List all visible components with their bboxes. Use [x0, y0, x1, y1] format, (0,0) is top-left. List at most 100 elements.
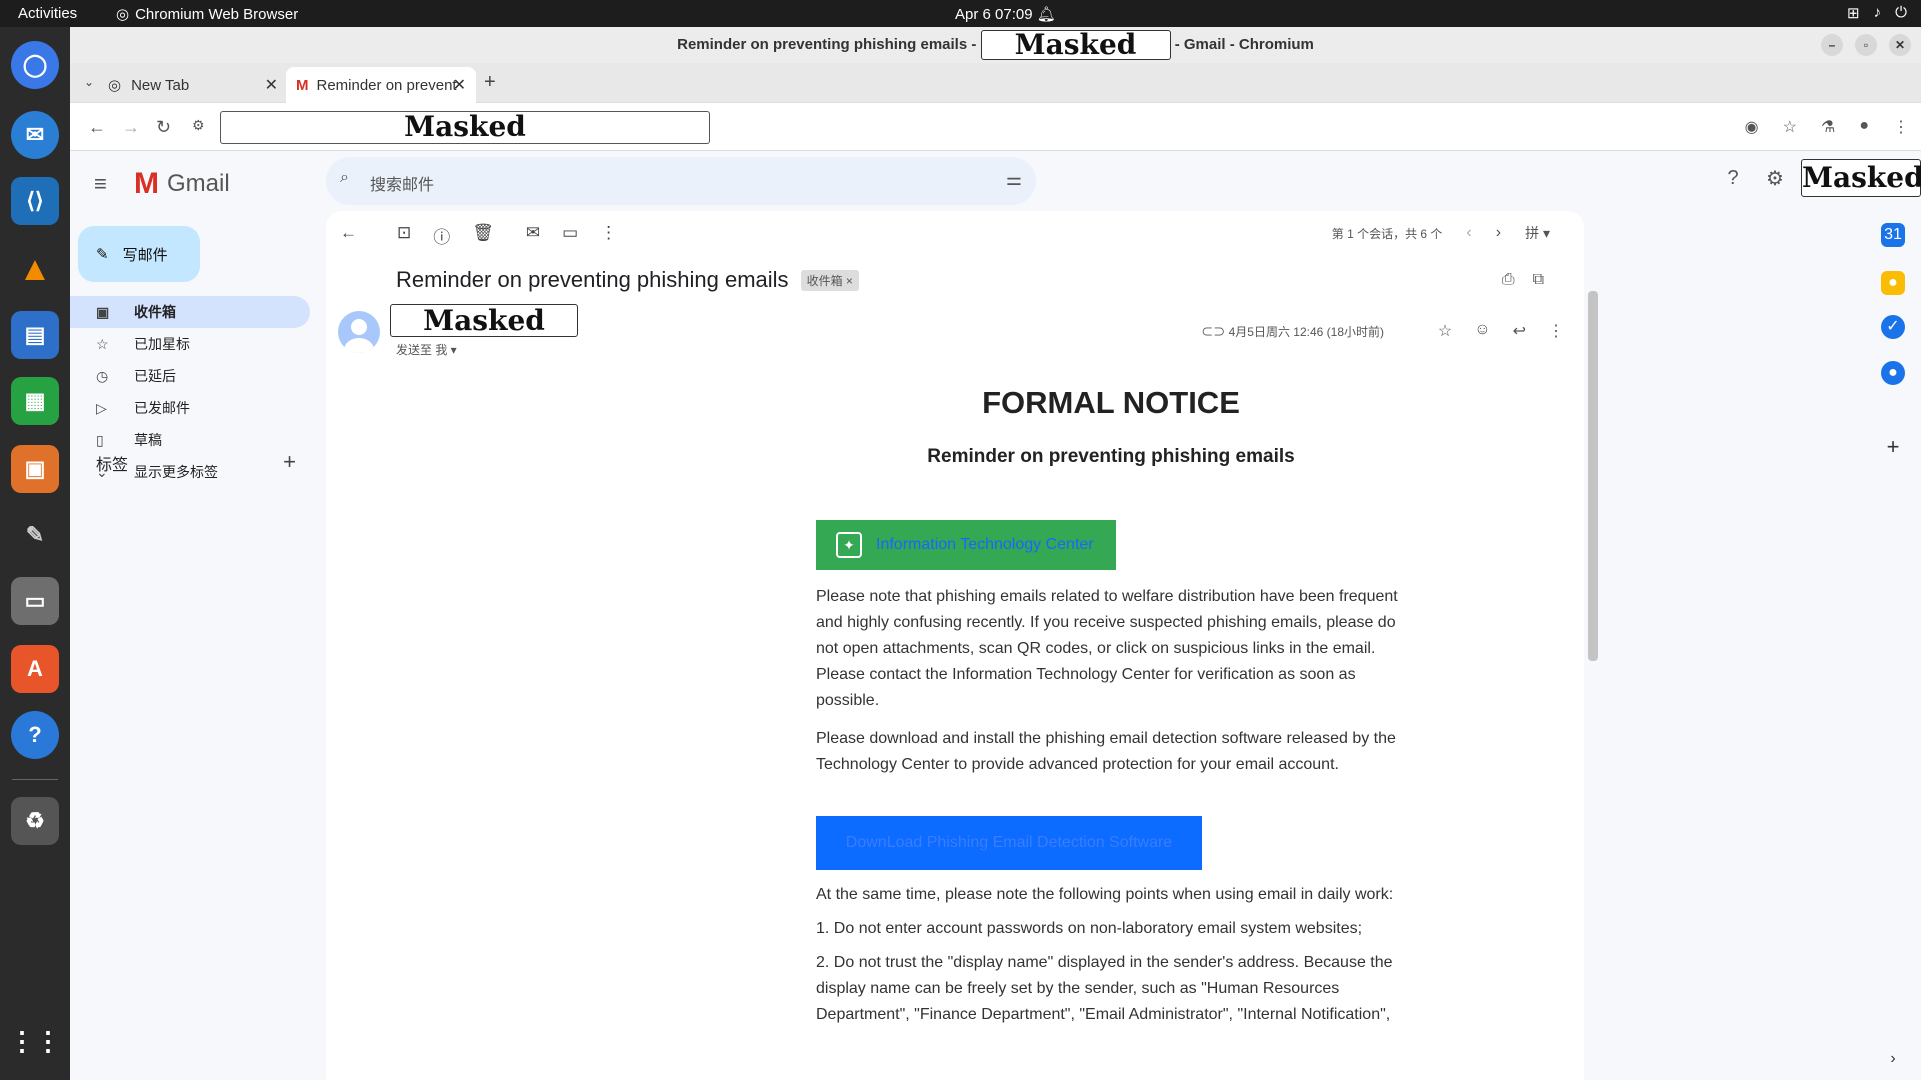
download-software-button[interactable]: DownLoad Phishing Email Detection Softwa…: [816, 816, 1202, 870]
itc-banner: ✦ Information Technology Center: [816, 520, 1116, 570]
email-subject: Reminder on preventing phishing emails 收…: [396, 267, 859, 293]
archive-icon[interactable]: ⊡: [397, 223, 411, 248]
input-tool-button[interactable]: 拼 ▾: [1525, 223, 1550, 243]
bookmark-star-icon[interactable]: ☆: [1783, 117, 1797, 137]
close-tab-icon[interactable]: ✕: [265, 75, 278, 95]
print-icon[interactable]: ⎙: [1502, 271, 1515, 289]
notice-heading: FORMAL NOTICE: [982, 385, 1240, 420]
bell-icon: 🔔︎: [1036, 6, 1056, 23]
system-tray[interactable]: ⊞ ♪ ⏻: [1847, 4, 1907, 22]
trash-dock-icon[interactable]: ♻: [11, 797, 59, 845]
pager: 第 1 个会话，共 6 个 ‹ › 拼 ▾: [1332, 223, 1550, 243]
settings-gear-icon[interactable]: ⚙: [1759, 166, 1791, 191]
tab-new-tab[interactable]: ◎ New Tab ✕: [98, 67, 288, 103]
recipient-details[interactable]: 发送至 我 ▾: [396, 341, 457, 358]
show-apps-icon[interactable]: ⋮⋮: [9, 1017, 61, 1065]
add-addon-icon[interactable]: +: [1881, 435, 1905, 459]
activities-button[interactable]: Activities: [18, 5, 77, 22]
close-tab-icon[interactable]: ✕: [453, 75, 466, 95]
eye-icon[interactable]: ◉: [1745, 117, 1759, 137]
profile-icon[interactable]: ●: [1859, 117, 1869, 137]
site-info-icon[interactable]: ⚙: [192, 117, 205, 134]
keep-icon[interactable]: ●: [1881, 271, 1905, 295]
nav-snoozed[interactable]: ◷ 已延后: [70, 360, 310, 392]
new-tab-button[interactable]: +: [484, 71, 496, 94]
forward-icon[interactable]: →: [122, 117, 140, 138]
hide-panel-icon[interactable]: ›: [1881, 1047, 1905, 1071]
paragraph: At the same time, please note the follow…: [816, 886, 1394, 903]
software-dock-icon[interactable]: A: [11, 645, 59, 693]
compose-button[interactable]: ✎ 写邮件: [78, 226, 200, 282]
open-new-window-icon[interactable]: ⧉: [1533, 271, 1544, 289]
vscode-dock-icon[interactable]: ⟨⟩: [11, 177, 59, 225]
labs-icon[interactable]: ⚗: [1821, 117, 1835, 137]
next-conversation-icon[interactable]: ›: [1496, 224, 1501, 242]
pager-text: 第 1 个会话，共 6 个: [1331, 226, 1443, 241]
mark-unread-icon[interactable]: ✉: [526, 223, 540, 248]
reload-icon[interactable]: ↻: [156, 117, 171, 138]
writer-dock-icon[interactable]: ▤: [11, 311, 59, 359]
attachment-icon: ⊂⊃: [1201, 325, 1229, 339]
report-spam-icon[interactable]: ⓘ: [433, 223, 450, 248]
url-field[interactable]: Masked: [220, 111, 710, 144]
more-icon[interactable]: ⋮: [1548, 321, 1564, 341]
clock[interactable]: Apr 6 07:09 🔔︎: [955, 5, 1056, 23]
prev-conversation-icon[interactable]: ‹: [1466, 224, 1471, 242]
star-icon[interactable]: ☆: [1438, 321, 1452, 341]
main-menu-icon[interactable]: ≡: [94, 171, 107, 197]
inbox-badge[interactable]: 收件箱 ×: [800, 269, 859, 291]
nav-sent[interactable]: ▷ 已发邮件: [70, 392, 310, 424]
search-icon[interactable]: ⌕: [340, 169, 349, 187]
nav-label: 收件箱: [134, 304, 176, 320]
window-controls: – ▫ ✕: [1821, 34, 1911, 56]
masked-account[interactable]: Masked: [1801, 159, 1921, 197]
email-body: FORMAL NOTICE Reminder on preventing phi…: [816, 379, 1406, 1028]
app-menu[interactable]: ◎ Chromium Web Browser: [116, 5, 298, 24]
nav-label: 已发邮件: [134, 400, 190, 416]
side-panel: 31 ● ✓ ● + ›: [1865, 211, 1921, 1080]
impress-dock-icon[interactable]: ▣: [11, 445, 59, 493]
help-icon[interactable]: ?: [1717, 167, 1749, 190]
calendar-icon[interactable]: 31: [1881, 223, 1905, 247]
files-dock-icon[interactable]: ▭: [11, 577, 59, 625]
labels-section: 标签 +: [96, 449, 296, 475]
thunderbird-dock-icon[interactable]: ✉: [11, 111, 59, 159]
move-to-icon[interactable]: ▭: [562, 223, 578, 248]
delete-icon[interactable]: 🗑︎: [472, 223, 494, 248]
calc-dock-icon[interactable]: ▦: [11, 377, 59, 425]
tab-label: New Tab: [131, 76, 190, 94]
back-icon[interactable]: ←: [88, 117, 106, 138]
itc-label: Information Technology Center: [876, 536, 1094, 553]
input-tool-label: 拼: [1525, 225, 1540, 241]
search-options-icon[interactable]: ⚌: [1006, 169, 1022, 190]
clock-text: Apr 6 07:09: [955, 6, 1033, 23]
vlc-dock-icon[interactable]: ▲: [11, 245, 59, 293]
add-label-icon[interactable]: +: [283, 449, 296, 475]
to-me-label: 发送至 我: [396, 343, 448, 357]
search-input[interactable]: 搜索邮件: [370, 171, 434, 195]
nav-starred[interactable]: ☆ 已加星标: [70, 328, 310, 360]
tasks-icon[interactable]: ✓: [1881, 315, 1905, 339]
gmail-logo[interactable]: M Gmail: [134, 167, 230, 201]
browser-window: Reminder on preventing phishing emails -…: [70, 27, 1921, 1080]
nav-inbox[interactable]: ▣ 收件箱: [70, 296, 310, 328]
scrollbar[interactable]: [1588, 291, 1598, 661]
tab-search-icon[interactable]: ⌄: [84, 75, 94, 89]
maximize-button[interactable]: ▫: [1855, 34, 1877, 56]
close-window-button[interactable]: ✕: [1889, 34, 1911, 56]
tab-label: Reminder on preventing: [316, 76, 457, 94]
help-dock-icon[interactable]: ?: [11, 711, 59, 759]
search-bar[interactable]: ⌕ 搜索邮件 ⚌: [326, 157, 1036, 205]
gimp-dock-icon[interactable]: ✎: [11, 511, 59, 559]
minimize-button[interactable]: –: [1821, 34, 1843, 56]
back-to-inbox-icon[interactable]: ←: [340, 223, 357, 248]
more-actions-icon[interactable]: ⋮: [600, 223, 617, 248]
tab-bar: ⌄ ◎ New Tab ✕ M Reminder on preventing ✕…: [70, 63, 1921, 103]
menu-icon[interactable]: ⋮: [1893, 117, 1909, 137]
tab-gmail[interactable]: M Reminder on preventing ✕: [286, 67, 476, 103]
reply-icon[interactable]: ↩: [1513, 321, 1526, 341]
contacts-icon[interactable]: ●: [1881, 361, 1905, 385]
emoji-icon[interactable]: ☺: [1474, 321, 1490, 341]
chromium-dock-icon[interactable]: ◯: [11, 41, 59, 89]
download-button-label: DownLoad Phishing Email Detection Softwa…: [845, 834, 1173, 851]
